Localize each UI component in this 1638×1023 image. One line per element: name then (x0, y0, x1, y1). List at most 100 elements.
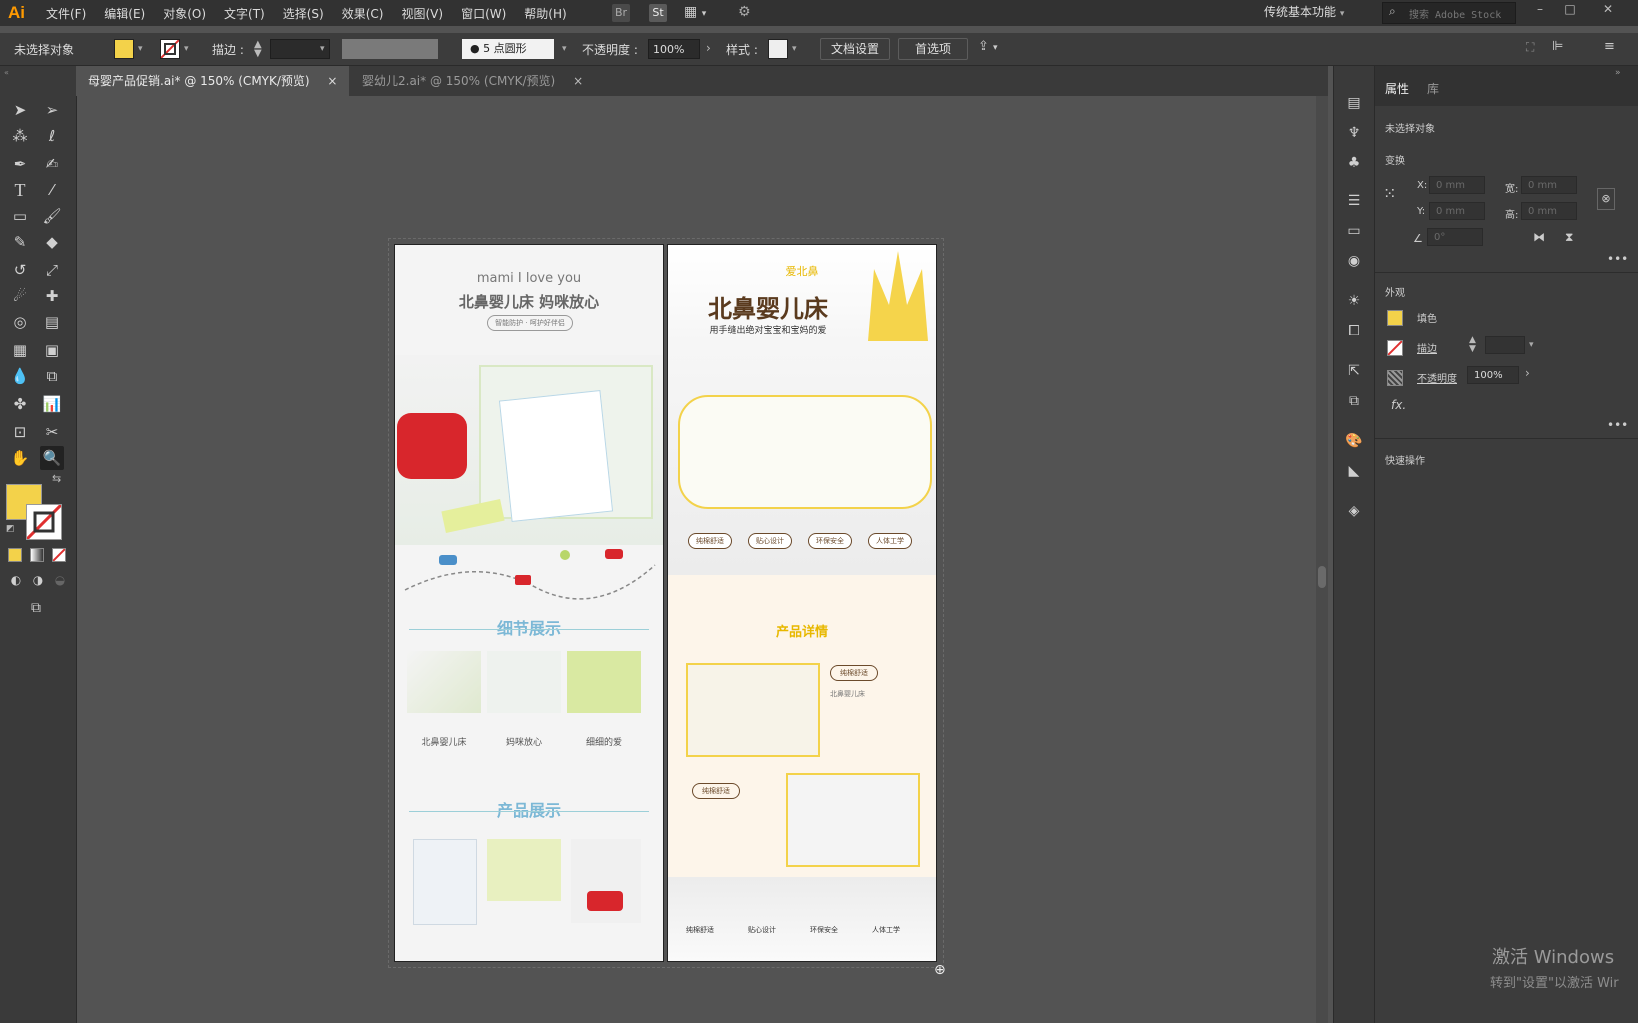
rectangle-tool-icon[interactable]: ▭ (8, 204, 32, 228)
fill-swatch[interactable] (114, 39, 134, 59)
screen-mode-icon[interactable]: ⧉ (24, 596, 48, 620)
opacity-label[interactable]: 不透明度 (1417, 370, 1457, 385)
vertical-scrollbar[interactable] (1316, 96, 1328, 1023)
export-icon[interactable]: ⇱ (1343, 360, 1365, 382)
reference-point-icon[interactable]: ⁙ (1383, 184, 1396, 203)
blend-tool-icon[interactable]: ⧉ (40, 364, 64, 388)
graphic-style-swatch[interactable] (768, 39, 788, 59)
artboard-tool-icon[interactable]: ⊡ (8, 420, 32, 444)
fill-swatch[interactable] (1387, 310, 1403, 326)
stroke-label[interactable]: 描边 (1417, 340, 1437, 355)
align-icon[interactable]: ⊫ (1552, 39, 1563, 54)
gpu-performance-icon[interactable]: ⚙ (738, 4, 751, 20)
scrollbar-thumb[interactable] (1318, 566, 1326, 588)
menu-type[interactable]: 文字(T) (224, 5, 265, 22)
chevron-down-icon[interactable]: ▾ (792, 44, 797, 54)
variable-width-profile[interactable] (342, 39, 438, 59)
symbols-icon[interactable]: ♣ (1343, 152, 1365, 174)
angle-field[interactable]: 0° (1427, 228, 1483, 246)
stroke-label[interactable]: 描边 : (212, 41, 244, 58)
stroke-swatch[interactable] (160, 39, 180, 59)
close-icon[interactable]: × (573, 74, 583, 88)
curvature-tool-icon[interactable]: ✍ (40, 152, 64, 176)
zoom-tool-icon[interactable]: 🔍 (40, 446, 64, 470)
opacity-field[interactable]: 100% (1467, 366, 1519, 384)
menu-window[interactable]: 窗口(W) (461, 5, 506, 22)
minimize-button[interactable]: – (1528, 2, 1552, 22)
hand-tool-icon[interactable]: ✋ (8, 446, 32, 470)
chevron-down-icon[interactable]: ▾ (184, 44, 189, 54)
gradient-tool-icon[interactable]: ▣ (40, 338, 64, 362)
pen-tool-icon[interactable]: ✒ (8, 152, 32, 176)
menu-help[interactable]: 帮助(H) (524, 5, 566, 22)
graphic-styles-icon[interactable]: ⧠ (1343, 320, 1365, 342)
rotate-tool-icon[interactable]: ↺ (8, 258, 32, 282)
menu-effect[interactable]: 效果(C) (342, 5, 384, 22)
mesh-tool-icon[interactable]: ▦ (8, 338, 32, 362)
chevron-down-icon[interactable]: ▾ (562, 44, 567, 54)
transparency-icon[interactable]: ◉ (1343, 250, 1365, 272)
x-field[interactable]: 0 mm (1429, 176, 1485, 194)
draw-normal-icon[interactable]: ◐ (4, 568, 28, 592)
menu-file[interactable]: 文件(F) (46, 5, 86, 22)
close-window-button[interactable]: ✕ (1596, 2, 1620, 22)
symbol-sprayer-tool-icon[interactable]: ✤ (8, 392, 32, 416)
draw-inside-icon[interactable]: ◒ (48, 568, 72, 592)
arrange-icon[interactable]: ⇪ ▾ (978, 39, 998, 54)
puppet-warp-tool-icon[interactable]: ✚ (40, 284, 64, 308)
stroke-panel-icon[interactable]: ☰ (1343, 190, 1365, 212)
flip-horizontal-icon[interactable]: ⧓ (1533, 230, 1545, 244)
appearance-icon[interactable]: ☀ (1343, 290, 1365, 312)
draw-behind-icon[interactable]: ◑ (26, 568, 50, 592)
y-field[interactable]: 0 mm (1429, 202, 1485, 220)
stroke-weight-field[interactable] (1485, 336, 1525, 354)
slice-tool-icon[interactable]: ✂ (40, 420, 64, 444)
chevron-right-icon[interactable]: › (1525, 366, 1530, 380)
chevron-right-icon[interactable]: › (706, 41, 711, 55)
selection-tool-icon[interactable]: ➤ (8, 98, 32, 122)
document-setup-button[interactable]: 文档设置 (820, 38, 890, 60)
bridge-icon[interactable]: Br (612, 4, 630, 22)
stroke-color-swatch[interactable] (26, 504, 62, 540)
width-field[interactable]: 0 mm (1521, 176, 1577, 194)
menu-object[interactable]: 对象(O) (163, 5, 206, 22)
line-tool-icon[interactable]: ⁄ (40, 178, 64, 202)
direct-selection-tool-icon[interactable]: ➢ (40, 98, 64, 122)
tab-libraries[interactable]: 库 (1427, 80, 1439, 97)
default-colors-icon[interactable]: ◩ (6, 524, 15, 534)
collapse-icon[interactable]: « (4, 68, 9, 77)
isolate-icon[interactable]: ⛶ (1526, 40, 1534, 55)
opacity-field[interactable]: 100% (648, 39, 700, 59)
more-options-icon[interactable]: ••• (1607, 252, 1628, 266)
workspace-switcher[interactable]: 传统基本功能 ▾ (1264, 3, 1344, 20)
collapse-icon[interactable]: » (1615, 68, 1621, 78)
eraser-tool-icon[interactable]: ◆ (40, 230, 64, 254)
shape-builder-tool-icon[interactable]: ◎ (8, 310, 32, 334)
layers-stack-icon[interactable]: ◈ (1343, 500, 1365, 522)
layers-icon[interactable]: ▤ (1343, 92, 1365, 114)
stroke-stepper[interactable]: ▲ ▼ (1469, 336, 1476, 354)
gradient-panel-icon[interactable]: ▭ (1343, 220, 1365, 242)
paintbrush-tool-icon[interactable]: 🖌 (40, 204, 64, 228)
stock-search-input[interactable]: ⌕ 搜索 Adobe Stock (1382, 2, 1516, 24)
stroke-weight-stepper[interactable]: ▲ ▼ (254, 40, 262, 59)
color-mode-icon[interactable] (8, 548, 22, 562)
color-guide-icon[interactable]: ◣ (1343, 460, 1365, 482)
stock-icon[interactable]: St (649, 4, 667, 22)
perspective-grid-tool-icon[interactable]: ▤ (40, 310, 64, 334)
maximize-button[interactable]: □ (1558, 2, 1582, 22)
chevron-down-icon[interactable]: ▾ (320, 44, 325, 54)
lasso-tool-icon[interactable]: ℓ (40, 124, 64, 148)
artboards-icon[interactable]: ⧉ (1343, 390, 1365, 412)
more-options-icon[interactable]: ••• (1607, 418, 1628, 432)
warp-tool-icon[interactable]: ☄ (8, 284, 32, 308)
opacity-label[interactable]: 不透明度 : (582, 41, 638, 58)
tab-document-2[interactable]: 婴幼儿2.ai* @ 150% (CMYK/预览) × (350, 66, 595, 96)
preferences-button[interactable]: 首选项 (898, 38, 968, 60)
fx-button[interactable]: fx. (1391, 398, 1406, 412)
chevron-down-icon[interactable]: ▾ (138, 44, 143, 54)
tab-properties[interactable]: 属性 (1385, 80, 1409, 97)
gradient-mode-icon[interactable] (30, 548, 44, 562)
flip-vertical-icon[interactable]: ⧗ (1565, 230, 1573, 245)
eyedropper-tool-icon[interactable]: 💧 (8, 364, 32, 388)
